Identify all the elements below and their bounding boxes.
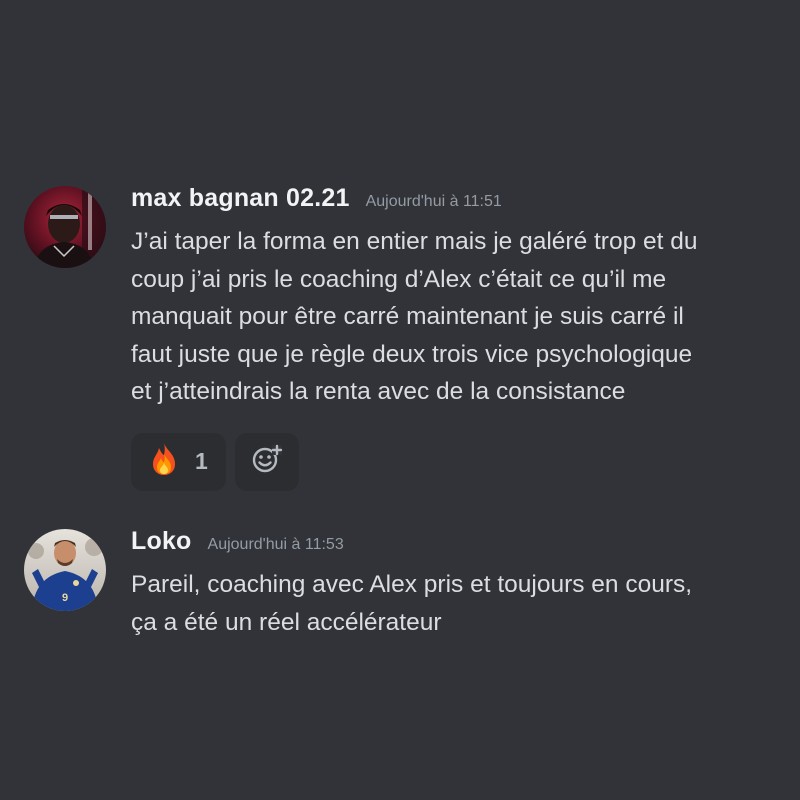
timestamp[interactable]: Aujourd'hui à 11:51	[366, 193, 502, 211]
reactions-bar: 1	[131, 432, 780, 491]
reaction-fire[interactable]: 1	[131, 432, 226, 491]
avatar[interactable]	[24, 186, 106, 268]
fire-emoji-icon	[149, 442, 179, 481]
message-line: ça a été un réel accélérateur	[131, 608, 442, 636]
message-line: Pareil, coaching avec Alex pris et toujo…	[131, 571, 693, 598]
message-content: J’ai taper la forma en entier mais je ga…	[131, 223, 786, 411]
user-avatar-image	[24, 186, 106, 268]
message-line: faut juste que je règle deux trois vice …	[131, 340, 693, 368]
message-line: et j’atteindrais la renta avec de la con…	[131, 378, 626, 405]
message-line: coup j’ai pris le coaching d’Alex c’étai…	[131, 265, 667, 293]
username[interactable]: Loko	[131, 527, 192, 556]
message-line: manquait pour être carré maintenant je s…	[131, 303, 684, 330]
add-reaction-icon	[251, 443, 283, 480]
reaction-count: 1	[195, 448, 208, 474]
username[interactable]: max bagnan 02.21	[131, 184, 350, 213]
avatar[interactable]: 9	[24, 529, 106, 611]
message-content: Pareil, coaching avec Alex pris et toujo…	[131, 566, 786, 641]
user-avatar-image: 9	[24, 529, 106, 611]
chat-view: max bagnan 02.21 Aujourd'hui à 11:51 J’a…	[0, 0, 800, 800]
timestamp[interactable]: Aujourd'hui à 11:53	[208, 536, 344, 554]
add-reaction-button[interactable]	[235, 432, 299, 491]
message-line: J’ai taper la forma en entier mais je ga…	[131, 228, 698, 255]
svg-text:9: 9	[62, 592, 68, 604]
